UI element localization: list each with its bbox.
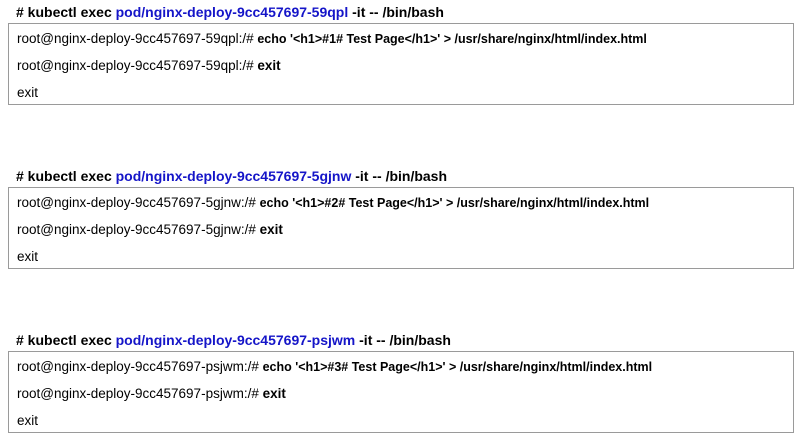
shell-prompt: root@nginx-deploy-9cc457697-psjwm:/#: [17, 386, 263, 401]
shell-command: echo '<h1>#2# Test Page</h1>' > /usr/sha…: [259, 196, 650, 210]
terminal-output: exit: [17, 85, 39, 100]
shell-prompt: root@nginx-deploy-9cc457697-59qpl:/#: [17, 58, 258, 73]
command-suffix: -it -- /bin/bash: [355, 332, 451, 348]
terminal-output: exit: [17, 413, 39, 428]
terminal-line: root@nginx-deploy-9cc457697-psjwm:/# ech…: [17, 354, 652, 380]
shell-command: echo '<h1>#3# Test Page</h1>' > /usr/sha…: [262, 360, 653, 374]
terminal-output-box: root@nginx-deploy-9cc457697-5gjnw:/# ech…: [8, 187, 794, 269]
command-heading: # kubectl exec pod/nginx-deploy-9cc45769…: [16, 329, 451, 351]
terminal-line: root@nginx-deploy-9cc457697-5gjnw:/# ech…: [17, 190, 649, 216]
command-prefix: # kubectl exec: [16, 168, 116, 184]
pod-name: pod/nginx-deploy-9cc457697-59qpl: [115, 4, 349, 20]
terminal-line: root@nginx-deploy-9cc457697-5gjnw:/# exi…: [17, 217, 283, 243]
command-suffix: -it -- /bin/bash: [351, 168, 448, 184]
shell-command: exit: [262, 386, 286, 401]
shell-command: exit: [259, 222, 283, 237]
terminal-output: exit: [17, 249, 39, 264]
terminal-output-box: root@nginx-deploy-9cc457697-psjwm:/# ech…: [8, 351, 794, 433]
terminal-line: root@nginx-deploy-9cc457697-59qpl:/# ech…: [17, 26, 647, 52]
terminal-line: root@nginx-deploy-9cc457697-59qpl:/# exi…: [17, 53, 281, 79]
shell-prompt: root@nginx-deploy-9cc457697-5gjnw:/#: [17, 222, 260, 237]
terminal-output-box: root@nginx-deploy-9cc457697-59qpl:/# ech…: [8, 23, 794, 105]
shell-prompt: root@nginx-deploy-9cc457697-psjwm:/#: [17, 359, 263, 374]
shell-prompt: root@nginx-deploy-9cc457697-59qpl:/#: [17, 31, 258, 46]
command-prefix: # kubectl exec: [16, 4, 116, 20]
shell-prompt: root@nginx-deploy-9cc457697-5gjnw:/#: [17, 195, 260, 210]
command-heading: # kubectl exec pod/nginx-deploy-9cc45769…: [16, 165, 447, 187]
command-prefix: # kubectl exec: [16, 332, 116, 348]
command-suffix: -it -- /bin/bash: [348, 4, 444, 20]
shell-command: echo '<h1>#1# Test Page</h1>' > /usr/sha…: [257, 32, 647, 46]
terminal-line: root@nginx-deploy-9cc457697-psjwm:/# exi…: [17, 381, 286, 407]
pod-name: pod/nginx-deploy-9cc457697-psjwm: [115, 332, 356, 348]
shell-command: exit: [257, 58, 281, 73]
command-heading: # kubectl exec pod/nginx-deploy-9cc45769…: [16, 1, 444, 23]
pod-name: pod/nginx-deploy-9cc457697-5gjnw: [115, 168, 352, 184]
